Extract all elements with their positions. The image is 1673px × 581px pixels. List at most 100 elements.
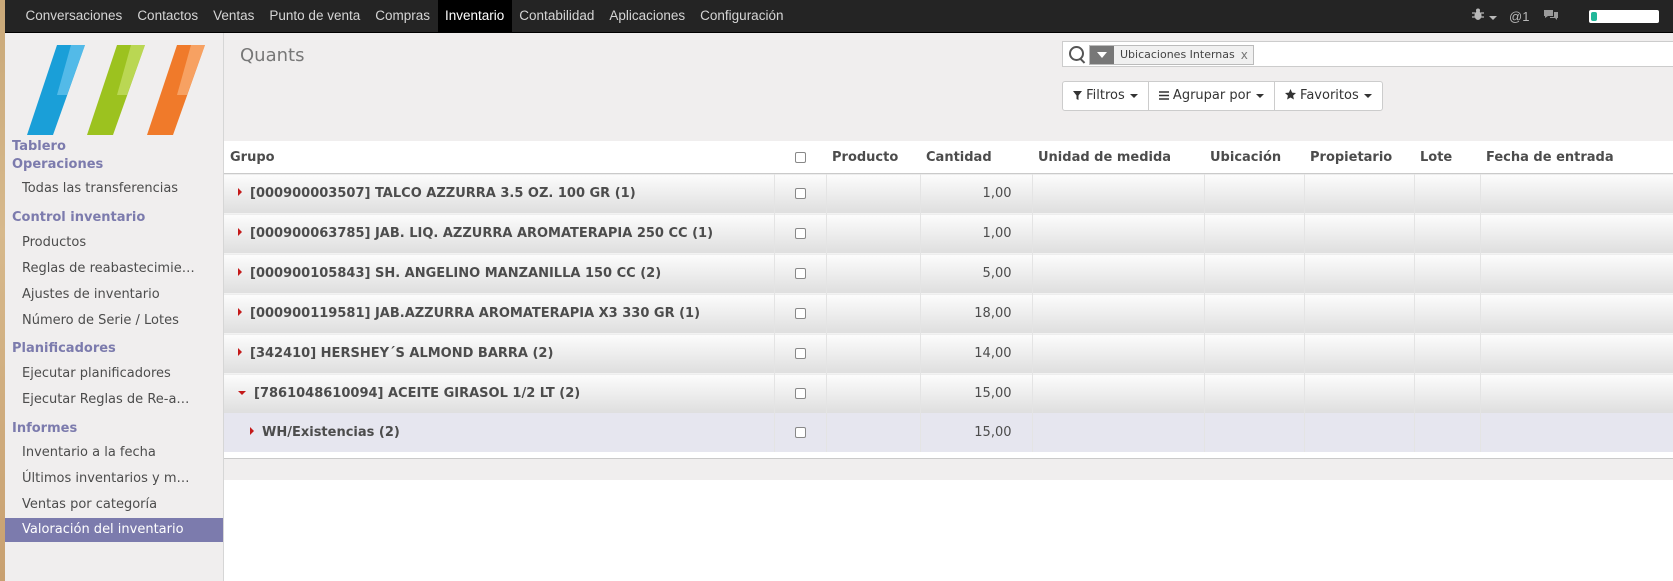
group-quantity: 1,00 xyxy=(919,213,1032,254)
group-row[interactable]: [000900003507] TALCO AZZURRA 3.5 OZ. 100… xyxy=(224,173,1673,214)
group-label: [000900105843] SH. ANGELINO MANZANILLA 1… xyxy=(250,266,662,281)
sidebar-item-reglas-reabastecimiento[interactable]: Reglas de reabastecimie… xyxy=(5,257,223,281)
group-label: [000900003507] TALCO AZZURRA 3.5 OZ. 100… xyxy=(250,186,636,201)
col-fecha-entrada[interactable]: Fecha de entrada xyxy=(1480,141,1673,174)
filters-label: Filtros xyxy=(1086,88,1125,103)
row-checkbox[interactable] xyxy=(794,348,806,359)
caret-down-icon xyxy=(238,391,246,395)
group-quantity: 5,00 xyxy=(919,253,1032,294)
chat-icon[interactable] xyxy=(1543,9,1559,24)
group-label: [7861048610094] ACEITE GIRASOL 1/2 LT (2… xyxy=(254,386,581,401)
col-cantidad[interactable]: Cantidad xyxy=(920,141,1032,174)
sidebar-section-operaciones: Operaciones xyxy=(12,157,104,172)
facet-remove-button[interactable]: x xyxy=(1240,46,1253,64)
bug-icon[interactable] xyxy=(1471,8,1499,24)
sidebar-item-ejecutar-reglas[interactable]: Ejecutar Reglas de Re-a… xyxy=(5,388,223,412)
table-footer xyxy=(224,458,1673,480)
row-checkbox[interactable] xyxy=(794,427,806,438)
star-icon xyxy=(1284,89,1296,100)
page-title: Quants xyxy=(240,45,305,66)
control-panel: Quants Ubicaciones Internas x Filtros Ag… xyxy=(224,33,1673,142)
company-logo xyxy=(27,45,205,135)
sidebar-item-productos[interactable]: Productos xyxy=(5,231,223,255)
user-status-icon xyxy=(1591,12,1597,21)
menu-contabilidad[interactable]: Contabilidad xyxy=(512,0,602,32)
top-navbar: Conversaciones Contactos Ventas Punto de… xyxy=(5,0,1673,33)
favorites-button[interactable]: Favoritos xyxy=(1273,81,1383,111)
sidebar-item-inventario-fecha[interactable]: Inventario a la fecha xyxy=(5,441,223,465)
favorites-label: Favoritos xyxy=(1300,88,1359,103)
funnel-icon xyxy=(1073,91,1082,100)
caret-right-icon xyxy=(238,188,242,196)
subgroup-row[interactable]: WH/Existencias (2) 15,00 xyxy=(224,413,1673,452)
group-row[interactable]: [342410] HERSHEY´S ALMOND BARRA (2) 14,0… xyxy=(224,333,1673,374)
caret-right-icon xyxy=(238,348,242,356)
sidebar: Tablero Operaciones Todas las transferen… xyxy=(5,33,224,581)
menu-aplicaciones[interactable]: Aplicaciones xyxy=(602,0,693,32)
group-row[interactable]: [000900119581] JAB.AZZURRA AROMATERAPIA … xyxy=(224,293,1673,334)
col-unidad-medida[interactable]: Unidad de medida xyxy=(1032,141,1204,174)
sidebar-section-informes: Informes xyxy=(12,421,78,436)
row-checkbox[interactable] xyxy=(794,268,806,279)
facet-value: Ubicaciones Internas xyxy=(1114,46,1241,64)
menu-punto-de-venta[interactable]: Punto de venta xyxy=(262,0,368,32)
sidebar-item-ejecutar-planificadores[interactable]: Ejecutar planificadores xyxy=(5,362,223,386)
sidebar-item-valoracion-inventario[interactable]: Valoración del inventario xyxy=(5,518,223,542)
main-menu: Conversaciones Contactos Ventas Punto de… xyxy=(18,0,791,32)
caret-right-icon xyxy=(238,268,242,276)
group-quantity: 18,00 xyxy=(919,293,1032,334)
menu-ventas[interactable]: Ventas xyxy=(206,0,262,32)
group-quantity: 15,00 xyxy=(919,413,1032,452)
menu-conversaciones[interactable]: Conversaciones xyxy=(18,0,130,32)
sidebar-section-planificadores: Planificadores xyxy=(12,341,116,356)
group-label: [000900119581] JAB.AZZURRA AROMATERAPIA … xyxy=(250,306,701,321)
col-lote[interactable]: Lote xyxy=(1414,141,1480,174)
sidebar-item-todas-las-transferencias[interactable]: Todas las transferencias xyxy=(5,177,223,201)
filters-button[interactable]: Filtros xyxy=(1062,81,1149,111)
group-row[interactable]: [000900105843] SH. ANGELINO MANZANILLA 1… xyxy=(224,253,1673,294)
main-content: Quants Ubicaciones Internas x Filtros Ag… xyxy=(224,33,1673,581)
group-quantity: 15,00 xyxy=(919,373,1032,413)
user-menu[interactable] xyxy=(1589,10,1659,23)
group-quantity: 1,00 xyxy=(919,173,1032,214)
search-facet: Ubicaciones Internas x xyxy=(1089,45,1254,65)
filter-icon xyxy=(1090,46,1114,64)
group-row[interactable]: [000900063785] JAB. LIQ. AZZURRA AROMATE… xyxy=(224,213,1673,254)
row-checkbox[interactable] xyxy=(794,188,806,199)
menu-contactos[interactable]: Contactos xyxy=(130,0,206,32)
sidebar-section-control-inventario: Control inventario xyxy=(12,210,146,225)
table-header: Grupo Producto Cantidad Unidad de medida… xyxy=(224,141,1673,174)
col-ubicacion[interactable]: Ubicación xyxy=(1204,141,1304,174)
caret-right-icon xyxy=(238,228,242,236)
caret-right-icon xyxy=(238,308,242,316)
sidebar-item-ajustes-inventario[interactable]: Ajustes de inventario xyxy=(5,283,223,307)
search-options: Filtros Agrupar por Favoritos xyxy=(1062,81,1383,111)
col-propietario[interactable]: Propietario xyxy=(1304,141,1414,174)
group-quantity: 14,00 xyxy=(919,333,1032,374)
sidebar-tablero[interactable]: Tablero xyxy=(12,139,66,154)
row-checkbox[interactable] xyxy=(794,228,806,239)
search-icon[interactable] xyxy=(1069,46,1084,61)
sidebar-item-ventas-categoria[interactable]: Ventas por categoría xyxy=(5,493,223,517)
group-row-expanded[interactable]: [7861048610094] ACEITE GIRASOL 1/2 LT (2… xyxy=(224,373,1673,413)
row-checkbox[interactable] xyxy=(794,388,806,399)
mentions-counter[interactable]: @1 xyxy=(1509,9,1529,24)
row-checkbox[interactable] xyxy=(794,308,806,319)
sidebar-item-numero-serie-lotes[interactable]: Número de Serie / Lotes xyxy=(5,309,223,333)
col-producto[interactable]: Producto xyxy=(826,141,920,174)
menu-configuracion[interactable]: Configuración xyxy=(693,0,791,32)
group-by-label: Agrupar por xyxy=(1172,88,1251,103)
menu-compras[interactable]: Compras xyxy=(368,0,438,32)
menu-inventario[interactable]: Inventario xyxy=(437,0,512,32)
select-all-checkbox[interactable] xyxy=(794,151,806,163)
group-by-button[interactable]: Agrupar por xyxy=(1147,81,1275,111)
caret-right-icon xyxy=(250,427,254,435)
search-bar[interactable]: Ubicaciones Internas x xyxy=(1062,41,1673,67)
group-label: [342410] HERSHEY´S ALMOND BARRA (2) xyxy=(250,346,554,361)
sidebar-item-ultimos-inventarios[interactable]: Últimos inventarios y m… xyxy=(5,467,223,491)
group-label: WH/Existencias (2) xyxy=(262,425,400,440)
systray: @1 xyxy=(1471,0,1559,32)
quants-table: Grupo Producto Cantidad Unidad de medida… xyxy=(224,141,1673,452)
col-grupo[interactable]: Grupo xyxy=(224,141,774,174)
col-select-all xyxy=(774,141,826,174)
